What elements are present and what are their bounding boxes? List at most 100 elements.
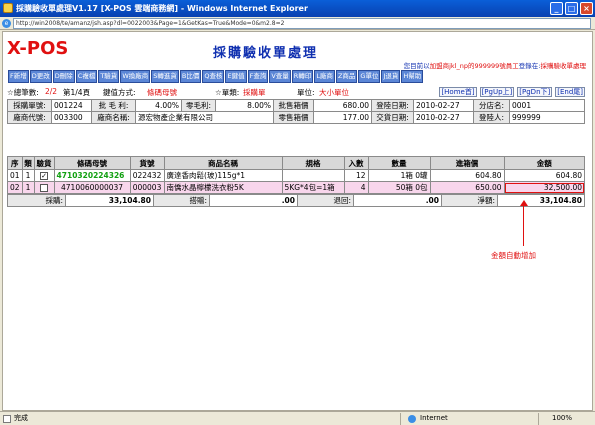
annotation-arrowhead <box>520 200 528 206</box>
unit-prefix: ☆單類: <box>215 88 240 97</box>
toolbar-button-compare-price[interactable]: B比價 <box>179 70 202 83</box>
toolbar-button-vendor[interactable]: L廠商 <box>314 70 335 83</box>
col-header-qty: 數量 <box>367 156 431 170</box>
inspect-checkbox[interactable]: ✓ <box>40 172 49 180</box>
window-controls: _ □ × <box>550 2 593 15</box>
retail-margin-field[interactable]: 8.00% <box>215 99 274 112</box>
page-content: X-POS 採購驗收單處理 您目前以加盟商jkl_np的999999號員工登錄在… <box>2 31 593 411</box>
table-row[interactable]: 02 1 4710060000037 000003 南僑水晶檸檬洗衣粉5K 5K… <box>7 181 586 194</box>
vendor-name-field[interactable]: 源宏物產企業有限公司 <box>135 111 274 124</box>
table-row[interactable]: 01 1 ✓ 4710320224326 022432 廣達香肉鬆(玻)115g… <box>7 169 586 182</box>
nav-end-button[interactable]: [End尾] <box>555 87 585 97</box>
status-done: 完成 <box>14 414 28 422</box>
retail-box-label: 零售箱價 <box>273 111 314 124</box>
toolbar-button-key[interactable]: E鍵值 <box>225 70 247 83</box>
net-total-value: 33,104.80 <box>497 194 585 207</box>
globe-icon <box>408 415 416 423</box>
item-grid: 序 類 驗貨 條碼母號 貨號 商品名稱 規格 入數 數量 進箱價 金額 01 1… <box>7 156 586 194</box>
browser-window: 採購驗收單處理V1.17 [X-POS 雲端商務網] - Windows Int… <box>0 0 595 425</box>
row-qty[interactable]: 50箱 0包 <box>367 181 431 194</box>
operator-label: 登陸人: <box>473 111 510 124</box>
toolbar-button-return[interactable]: J退貨 <box>381 70 401 83</box>
inspect-checkbox[interactable] <box>40 184 49 192</box>
retail-box-field[interactable]: 177.00 <box>313 111 372 124</box>
col-header-pack: 入數 <box>343 156 369 170</box>
record-nav: [Home首] [PgUp上] [PgDn下] [End尾] <box>439 87 585 97</box>
row-spec: 5KG*4包=1箱 <box>281 181 345 194</box>
toolbar-button-check[interactable]: Q查核 <box>202 70 225 83</box>
toolbar-button-inspect[interactable]: T驗貨 <box>98 70 120 83</box>
col-header-amount: 金額 <box>503 156 586 170</box>
maximize-button[interactable]: □ <box>565 2 578 15</box>
margin-field[interactable]: 4.00% <box>135 99 182 112</box>
nav-pgup-button[interactable]: [PgUp上] <box>479 87 515 97</box>
row-inspect-cell: ✓ <box>33 169 55 182</box>
toolbar-button-copy[interactable]: C複檔 <box>75 70 98 83</box>
total-value: 2/2 <box>45 87 58 96</box>
branch-label: 分店名: <box>473 99 510 112</box>
toolbar-button-product[interactable]: Z商品 <box>335 70 358 83</box>
vendor-code-field[interactable]: 003300 <box>51 111 92 124</box>
page-label: 第1/4頁 <box>63 88 91 97</box>
minimize-button[interactable]: _ <box>550 2 563 15</box>
zoom-level[interactable]: 100% <box>552 412 572 425</box>
col-header-barcode: 條碼母號 <box>53 156 131 170</box>
trade-date-field[interactable]: 2010-02-27 <box>413 111 474 124</box>
col-header-name: 商品名稱 <box>163 156 283 170</box>
vendor-name-label: 廠商名稱: <box>91 111 136 124</box>
toolbar-button-new[interactable]: F新增 <box>8 70 29 83</box>
row-barcode[interactable]: 4710320224326 <box>53 169 131 182</box>
col-header-item-no: 貨號 <box>129 156 165 170</box>
row-barcode[interactable]: 4710060000037 <box>53 181 131 194</box>
nav-home-button[interactable]: [Home首] <box>439 87 477 97</box>
row-amount-highlighted: 32,500.00 <box>503 181 586 194</box>
operator-field[interactable]: 999999 <box>509 111 585 124</box>
ie-icon: e <box>2 19 11 28</box>
gift-total-label: 搭贈: <box>153 194 210 207</box>
toolbar-button-search[interactable]: F查詢 <box>247 70 269 83</box>
key-mode-label: 鍵值方式: <box>103 88 136 97</box>
box-price-field[interactable]: 680.00 <box>313 99 372 112</box>
total-label: ☆總筆數: <box>7 88 39 97</box>
close-button[interactable]: × <box>580 2 593 15</box>
row-seq: 02 <box>7 181 23 194</box>
order-no-field[interactable]: 001224 <box>51 99 92 112</box>
box-price-label: 批售箱價 <box>273 99 314 112</box>
status-prefix: 您目前以 <box>403 62 430 70</box>
gift-total-value: .00 <box>209 194 298 207</box>
status-separator <box>400 413 401 425</box>
url-field[interactable]: http://win2008/te/amanz/jsh.asp?dl=00220… <box>13 18 591 29</box>
trade-date-label: 交貨日期: <box>371 111 414 124</box>
toolbar-button-to-purchase[interactable]: S轉進貨 <box>151 70 179 83</box>
login-status: 您目前以加盟商jkl_np的999999號員工登錄在:採購驗收單處理 <box>404 60 586 70</box>
page-icon <box>3 415 11 423</box>
toolbar-button-change-vendor[interactable]: W換廠商 <box>120 70 151 83</box>
row-item-no: 022432 <box>129 169 165 182</box>
row-name: 南僑水晶檸檬洗衣粉5K <box>163 181 283 194</box>
row-qty[interactable]: 1箱 0罐 <box>367 169 431 182</box>
branch-field[interactable]: 0001 <box>509 99 585 112</box>
status-user: 加盟商jkl_np的999999號員工 <box>429 62 519 70</box>
toolbar-button-unit[interactable]: G單位 <box>358 70 381 83</box>
xpos-logo: X-POS <box>7 38 69 59</box>
toolbar-button-print[interactable]: R轉印 <box>291 70 314 83</box>
net-total-label: 淨額: <box>441 194 498 207</box>
row-pack: 12 <box>343 169 369 182</box>
col-header-type: 類 <box>21 156 35 170</box>
margin-label: 批 毛 利: <box>91 99 136 112</box>
status-bar: 完成 Internet 100% <box>0 411 595 425</box>
row-price[interactable]: 650.00 <box>429 181 505 194</box>
login-date-field[interactable]: 2010-02-27 <box>413 99 474 112</box>
toolbar-button-help[interactable]: H幫助 <box>401 70 424 83</box>
status-separator <box>538 413 539 425</box>
window-title: 採購驗收單處理V1.17 [X-POS 雲端商務網] - Windows Int… <box>16 4 308 13</box>
order-no-label: 採購單號: <box>7 99 52 112</box>
toolbar-button-quantity[interactable]: V查量 <box>269 70 291 83</box>
page-title: 採購驗收單處理 <box>213 46 319 61</box>
col-header-seq: 序 <box>7 156 23 170</box>
toolbar-button-edit[interactable]: D更改 <box>29 70 52 83</box>
col-header-price: 進箱價 <box>429 156 505 170</box>
row-price[interactable]: 604.80 <box>429 169 505 182</box>
toolbar-button-delete[interactable]: D刪除 <box>52 70 75 83</box>
nav-pgdn-button[interactable]: [PgDn下] <box>517 87 553 97</box>
